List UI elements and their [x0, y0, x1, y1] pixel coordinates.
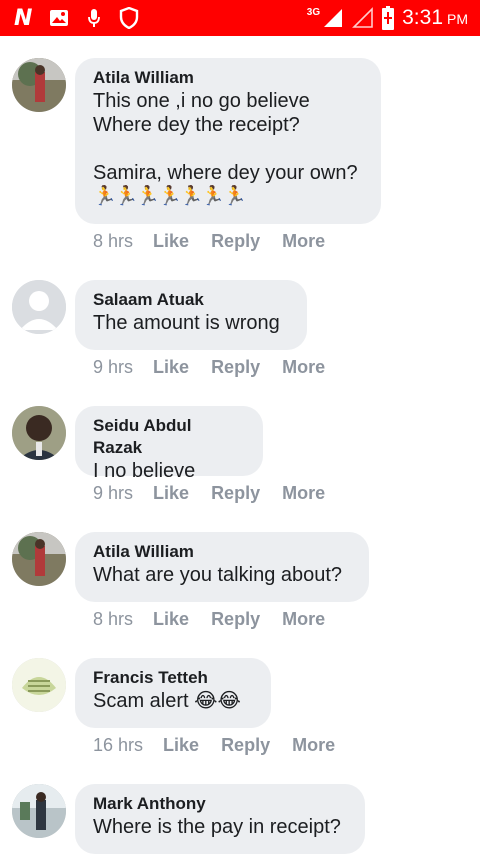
comment-time[interactable]: 8 hrs — [93, 609, 133, 630]
like-button[interactable]: Like — [153, 357, 189, 378]
more-button[interactable]: More — [282, 231, 325, 252]
comment-text: I no believe — [93, 460, 196, 482]
reply-button[interactable]: Reply — [221, 735, 270, 756]
clock: 3:31 PM — [402, 6, 468, 30]
more-button[interactable]: More — [292, 735, 335, 756]
comment-bubble[interactable]: Francis Tetteh Scam alert 😂😂 — [75, 658, 271, 728]
comment-text: What are you talking about? — [93, 564, 343, 586]
shield-icon — [119, 7, 139, 29]
comment-bubble[interactable]: Salaam Atuak The amount is wrong — [75, 280, 307, 350]
reply-button[interactable]: Reply — [211, 609, 260, 630]
comment-author[interactable]: Seidu Abdul Razak — [93, 415, 245, 459]
avatar[interactable] — [12, 280, 66, 334]
comment-time[interactable]: 9 hrs — [93, 357, 133, 378]
like-button[interactable]: Like — [153, 483, 189, 504]
no-signal-icon — [352, 7, 374, 29]
microphone-icon — [87, 8, 101, 28]
clock-time: 3:31 — [402, 6, 443, 29]
comment-text: This one ,i no go believe Where dey the … — [93, 90, 358, 184]
comment-time[interactable]: 16 hrs — [93, 735, 143, 756]
comment-meta: 8 hrs Like Reply More — [93, 231, 347, 252]
avatar[interactable] — [12, 406, 66, 460]
comment-bubble[interactable]: Seidu Abdul Razak I no believe — [75, 406, 263, 482]
comment-author[interactable]: Atila William — [93, 541, 351, 563]
comment-meta: 9 hrs Like Reply More — [93, 357, 347, 378]
comment-author[interactable]: Salaam Atuak — [93, 289, 289, 311]
comment-text: Scam alert 😂😂 — [93, 690, 241, 712]
signal-icon — [322, 7, 344, 29]
more-button[interactable]: More — [282, 483, 325, 504]
n-app-icon: N — [14, 5, 32, 31]
comment-bubble[interactable]: Mark Anthony Where is the pay in receipt… — [75, 784, 365, 854]
comment-bubble[interactable]: Atila William What are you talking about… — [75, 532, 369, 602]
comment-author[interactable]: Atila William — [93, 67, 363, 89]
comment-time[interactable]: 9 hrs — [93, 483, 133, 504]
more-button[interactable]: More — [282, 609, 325, 630]
avatar[interactable] — [12, 784, 66, 838]
comment-time[interactable]: 8 hrs — [93, 231, 133, 252]
reply-button[interactable]: Reply — [211, 357, 260, 378]
image-icon — [49, 9, 69, 27]
status-bar: N 3G 3:31 PM — [0, 0, 480, 36]
like-button[interactable]: Like — [163, 735, 199, 756]
comment-meta: 16 hrs Like Reply More — [93, 735, 357, 756]
avatar[interactable] — [12, 532, 66, 586]
clock-ampm: PM — [447, 11, 468, 27]
like-button[interactable]: Like — [153, 609, 189, 630]
comment-text: Where is the pay in receipt? — [93, 816, 341, 838]
reply-button[interactable]: Reply — [211, 231, 260, 252]
network-type-label: 3G — [306, 6, 321, 18]
comment-author[interactable]: Francis Tetteh — [93, 667, 253, 689]
like-button[interactable]: Like — [153, 231, 189, 252]
comment-author[interactable]: Mark Anthony — [93, 793, 347, 815]
comment-emoji: 🏃🏃🏃🏃🏃🏃🏃 — [93, 186, 247, 207]
avatar[interactable] — [12, 658, 66, 712]
comment-bubble[interactable]: Atila William This one ,i no go believe … — [75, 58, 381, 224]
comment-text: The amount is wrong — [93, 312, 280, 334]
more-button[interactable]: More — [282, 357, 325, 378]
comment-meta: 9 hrs Like Reply More — [93, 483, 347, 504]
reply-button[interactable]: Reply — [211, 483, 260, 504]
comment-meta: 8 hrs Like Reply More — [93, 609, 347, 630]
avatar[interactable] — [12, 58, 66, 112]
battery-charging-icon — [382, 6, 395, 30]
